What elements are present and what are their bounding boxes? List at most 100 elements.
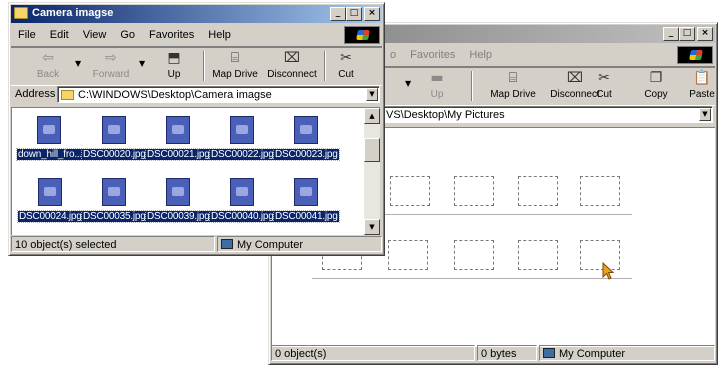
image-file-icon: [230, 178, 254, 206]
camera-images-window[interactable]: Camera imagse _ □ × File Edit View Go Fa…: [8, 2, 385, 256]
status-selection-count: 10 object(s) selected: [11, 236, 215, 252]
file-item[interactable]: DSC00035.jpg: [81, 178, 148, 223]
paste-icon: 📋: [693, 70, 711, 86]
scroll-up-button[interactable]: ▲: [364, 108, 380, 124]
image-file-icon: [38, 178, 62, 206]
windows-logo-icon: [677, 46, 713, 64]
map-drive-icon: ⌸: [508, 70, 518, 86]
status-zone: My Computer: [539, 345, 715, 361]
camera-images-file-list[interactable]: down_hill_fro... DSC00020.jpg DSC00021.j…: [11, 107, 380, 235]
chevron-down-icon: ▼: [139, 59, 146, 68]
file-item[interactable]: DSC00024.jpg: [17, 178, 84, 223]
toolbar-separator: [203, 51, 205, 81]
file-item[interactable]: DSC00041.jpg: [273, 178, 340, 223]
file-item[interactable]: DSC00039.jpg: [145, 178, 212, 223]
menu-file[interactable]: File: [11, 29, 43, 41]
menu-favorites[interactable]: Favorites: [142, 29, 201, 41]
scroll-thumb[interactable]: [364, 138, 380, 162]
thumbnail-placeholder: [518, 240, 558, 270]
menu-favorites[interactable]: Favorites: [403, 49, 462, 61]
image-file-icon: [230, 116, 254, 144]
forward-button[interactable]: ⇨ Forward: [91, 49, 131, 80]
label-placeholder-line: [376, 214, 632, 215]
chevron-down-icon: ▼: [75, 59, 82, 68]
file-name: DSC00041.jpg: [273, 210, 340, 223]
thumbnail-placeholder: [454, 176, 494, 206]
camera-images-address-bar: Address C:\WINDOWS\Desktop\Camera imagse…: [11, 85, 382, 105]
file-item[interactable]: DSC00020.jpg: [81, 116, 148, 161]
map-drive-button[interactable]: ⌸ Map Drive: [483, 69, 543, 100]
up-folder-icon: ▬: [430, 70, 444, 86]
image-file-icon: [166, 178, 190, 206]
close-button[interactable]: ×: [697, 27, 713, 41]
file-name: DSC00039.jpg: [145, 210, 212, 223]
camera-images-menu-bar: File Edit View Go Favorites Help: [11, 25, 382, 44]
image-file-icon: [166, 116, 190, 144]
thumbnail-placeholder: [454, 240, 494, 270]
address-dropdown-button[interactable]: ▼: [699, 108, 711, 121]
scissors-icon: ✂: [598, 70, 610, 86]
disconnect-drive-icon: ⌧: [566, 70, 584, 86]
cut-button[interactable]: ✂ Cut: [589, 69, 619, 100]
copy-icon: ❐: [649, 70, 663, 86]
toolbar-separator: [471, 71, 473, 101]
back-button[interactable]: ⇦ Back: [31, 49, 65, 80]
status-size: 0 bytes: [477, 345, 537, 361]
menu-go[interactable]: o: [383, 49, 403, 61]
image-file-icon: [102, 116, 126, 144]
disconnect-button[interactable]: ⌧ Disconnect: [264, 49, 320, 80]
up-button[interactable]: ▬ Up: [421, 69, 453, 100]
maximize-button[interactable]: □: [679, 27, 695, 41]
image-file-icon: [294, 178, 318, 206]
thumbnail-placeholder: [518, 176, 558, 206]
image-file-icon: [37, 116, 61, 144]
minimize-button[interactable]: _: [663, 27, 679, 41]
thumbnail-placeholder: [390, 176, 430, 206]
address-dropdown-button[interactable]: ▼: [366, 88, 378, 101]
up-button[interactable]: ⬒ Up: [158, 49, 190, 80]
close-button[interactable]: ×: [364, 7, 380, 21]
menu-edit[interactable]: Edit: [43, 29, 76, 41]
cut-button[interactable]: ✂ Cut: [333, 49, 359, 80]
chevron-down-icon: ▼: [405, 79, 412, 88]
menu-help[interactable]: Help: [201, 29, 238, 41]
file-name: down_hill_fro...: [15, 148, 85, 161]
status-object-count: 0 object(s): [271, 345, 475, 361]
thumbnail-placeholder: [580, 176, 620, 206]
up-folder-icon: ⬒: [167, 50, 181, 66]
file-item[interactable]: DSC00022.jpg: [209, 116, 276, 161]
map-drive-button[interactable]: ⌸ Map Drive: [207, 49, 263, 80]
file-name: DSC00020.jpg: [81, 148, 148, 161]
image-file-icon: [294, 116, 318, 144]
toolbar-separator: [324, 51, 326, 81]
thumbnail-placeholder: [388, 240, 428, 270]
camera-images-status-bar: 10 object(s) selected My Computer: [11, 235, 382, 253]
disconnect-drive-icon: ⌧: [283, 50, 301, 66]
scroll-down-button[interactable]: ▼: [364, 219, 380, 235]
window-title: Camera imagse: [32, 7, 114, 19]
menu-help[interactable]: Help: [462, 49, 499, 61]
address-input[interactable]: C:\WINDOWS\Desktop\Camera imagse ▼: [57, 86, 380, 103]
folder-icon: [14, 7, 28, 19]
maximize-button[interactable]: □: [346, 7, 362, 21]
menu-go[interactable]: Go: [113, 29, 142, 41]
label-placeholder-line: [312, 278, 632, 279]
file-item[interactable]: DSC00021.jpg: [145, 116, 212, 161]
address-text: C:\WINDOWS\Desktop\Camera imagse: [78, 89, 272, 101]
computer-icon: [221, 239, 233, 249]
computer-icon: [543, 348, 555, 358]
file-item[interactable]: DSC00040.jpg: [209, 178, 276, 223]
camera-images-toolbar: ⇦ Back ▼ ⇨ Forward ▼ ⬒ Up ⌸ Map Drive ⌧ …: [11, 46, 382, 86]
copy-button[interactable]: ❐ Copy: [639, 69, 673, 100]
vertical-scrollbar[interactable]: ▲ ▼: [364, 108, 380, 235]
file-name: DSC00024.jpg: [17, 210, 84, 223]
file-item[interactable]: down_hill_fro...: [15, 116, 85, 161]
file-item[interactable]: DSC00023.jpg: [273, 116, 340, 161]
minimize-button[interactable]: _: [330, 7, 346, 21]
camera-images-title-bar[interactable]: Camera imagse _ □ ×: [11, 5, 382, 23]
address-text: VS\Desktop\My Pictures: [386, 109, 505, 121]
menu-view[interactable]: View: [76, 29, 114, 41]
paste-button[interactable]: 📋 Paste: [685, 69, 718, 100]
arrow-cursor-icon: [602, 262, 615, 280]
file-name: DSC00023.jpg: [273, 148, 340, 161]
